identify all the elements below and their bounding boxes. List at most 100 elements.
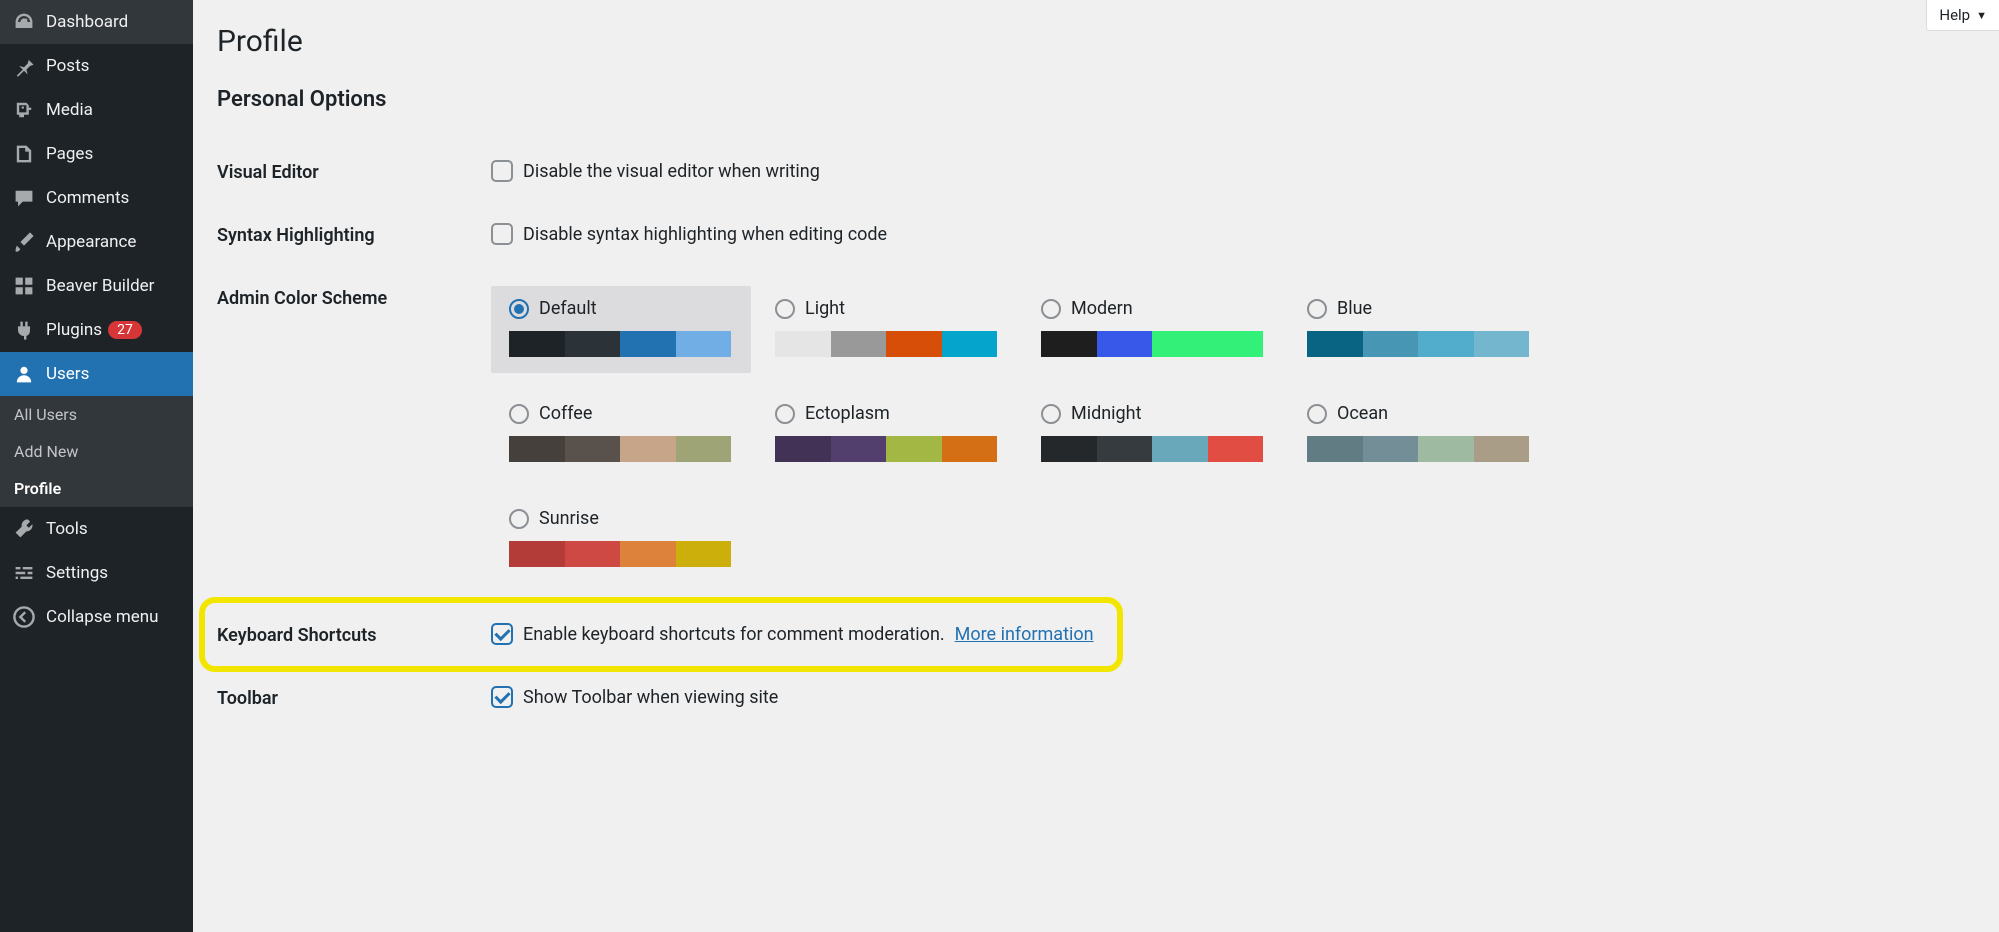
sidebar-item-label: Beaver Builder bbox=[46, 276, 154, 296]
swatch bbox=[1152, 331, 1208, 357]
swatch bbox=[1097, 436, 1153, 462]
row-color-scheme: Admin Color Scheme DefaultLightModernBlu… bbox=[217, 266, 1975, 603]
sidebar-item-settings[interactable]: Settings bbox=[0, 551, 193, 595]
color-swatches bbox=[1041, 331, 1263, 357]
swatch bbox=[775, 436, 831, 462]
swatch bbox=[1152, 436, 1208, 462]
color-scheme-option[interactable]: Blue bbox=[1307, 298, 1531, 319]
color-scheme-name: Ocean bbox=[1337, 403, 1388, 424]
color-scheme-radio[interactable] bbox=[1041, 404, 1061, 424]
visual-editor-check-label: Disable the visual editor when writing bbox=[523, 161, 820, 182]
color-scheme-radio[interactable] bbox=[775, 299, 795, 319]
visual-editor-toggle[interactable]: Disable the visual editor when writing bbox=[491, 160, 1975, 182]
color-scheme-option[interactable]: Sunrise bbox=[509, 508, 733, 529]
sidebar-item-dashboard[interactable]: Dashboard bbox=[0, 0, 193, 44]
swatch bbox=[509, 331, 565, 357]
color-scheme-option[interactable]: Midnight bbox=[1041, 403, 1265, 424]
color-scheme-midnight[interactable]: Midnight bbox=[1023, 391, 1283, 478]
help-tab[interactable]: Help ▼ bbox=[1926, 0, 1999, 31]
sidebar-item-label: Media bbox=[46, 100, 93, 120]
color-scheme-blue[interactable]: Blue bbox=[1289, 286, 1549, 373]
color-scheme-option[interactable]: Light bbox=[775, 298, 999, 319]
color-scheme-name: Light bbox=[805, 298, 845, 319]
toolbar-checkbox[interactable] bbox=[491, 686, 513, 708]
color-scheme-option[interactable]: Modern bbox=[1041, 298, 1265, 319]
help-label: Help bbox=[1939, 6, 1970, 24]
sidebar-item-comments[interactable]: Comments bbox=[0, 176, 193, 220]
sidebar-item-label: Collapse menu bbox=[46, 607, 159, 627]
swatch bbox=[1307, 331, 1363, 357]
sidebar-item-pages[interactable]: Pages bbox=[0, 132, 193, 176]
color-scheme-radio[interactable] bbox=[509, 509, 529, 529]
shortcuts-checkbox[interactable] bbox=[491, 623, 513, 645]
color-scheme-name: Sunrise bbox=[539, 508, 599, 529]
sidebar-item-media[interactable]: Media bbox=[0, 88, 193, 132]
color-scheme-coffee[interactable]: Coffee bbox=[491, 391, 751, 478]
sidebar-item-collapse-menu[interactable]: Collapse menu bbox=[0, 595, 193, 639]
sidebar-item-posts[interactable]: Posts bbox=[0, 44, 193, 88]
swatch bbox=[509, 541, 565, 567]
color-swatches bbox=[509, 436, 731, 462]
shortcuts-toggle[interactable]: Enable keyboard shortcuts for comment mo… bbox=[491, 623, 1105, 645]
color-scheme-radio[interactable] bbox=[509, 299, 529, 319]
color-scheme-option[interactable]: Default bbox=[509, 298, 733, 319]
swatch bbox=[1363, 436, 1419, 462]
color-scheme-name: Coffee bbox=[539, 403, 592, 424]
sidebar-item-users[interactable]: Users bbox=[0, 352, 193, 396]
color-scheme-option[interactable]: Ectoplasm bbox=[775, 403, 999, 424]
sidebar-item-label: Plugins bbox=[46, 320, 102, 340]
swatch bbox=[620, 436, 676, 462]
color-scheme-name: Ectoplasm bbox=[805, 403, 890, 424]
color-swatches bbox=[775, 331, 997, 357]
visual-editor-checkbox[interactable] bbox=[491, 160, 513, 182]
syntax-checkbox[interactable] bbox=[491, 223, 513, 245]
color-scheme-name: Blue bbox=[1337, 298, 1372, 319]
swatch bbox=[1097, 331, 1153, 357]
color-scheme-grid: Default Light Modern Blue Coffee Ectoplasm Mid… bbox=[491, 286, 1975, 583]
submenu-item-profile[interactable]: Profile bbox=[0, 470, 193, 507]
color-scheme-radio[interactable] bbox=[775, 404, 795, 424]
media-icon bbox=[12, 98, 36, 122]
toolbar-toggle[interactable]: Show Toolbar when viewing site bbox=[491, 686, 1975, 708]
dashboard-icon bbox=[12, 10, 36, 34]
color-scheme-radio[interactable] bbox=[1307, 404, 1327, 424]
color-scheme-name: Midnight bbox=[1071, 403, 1141, 424]
color-scheme-name: Default bbox=[539, 298, 597, 319]
section-heading: Personal Options bbox=[217, 87, 1975, 112]
color-scheme-radio[interactable] bbox=[1307, 299, 1327, 319]
color-scheme-radio[interactable] bbox=[1041, 299, 1061, 319]
color-scheme-ocean[interactable]: Ocean bbox=[1289, 391, 1549, 478]
submenu-item-all-users[interactable]: All Users bbox=[0, 396, 193, 433]
shortcuts-more-info-link[interactable]: More information bbox=[955, 624, 1094, 645]
sidebar-item-label: Posts bbox=[46, 56, 89, 76]
swatch bbox=[1041, 331, 1097, 357]
color-scheme-sunrise[interactable]: Sunrise bbox=[491, 496, 751, 583]
color-swatches bbox=[775, 436, 997, 462]
swatch bbox=[676, 541, 732, 567]
color-scheme-radio[interactable] bbox=[509, 404, 529, 424]
comment-icon bbox=[12, 186, 36, 210]
sidebar-item-label: Appearance bbox=[46, 232, 136, 252]
swatch bbox=[1307, 436, 1363, 462]
shortcuts-check-label: Enable keyboard shortcuts for comment mo… bbox=[523, 624, 945, 645]
color-scheme-default[interactable]: Default bbox=[491, 286, 751, 373]
sidebar-item-label: Tools bbox=[46, 519, 88, 539]
sidebar-item-beaver-builder[interactable]: Beaver Builder bbox=[0, 264, 193, 308]
syntax-toggle[interactable]: Disable syntax highlighting when editing… bbox=[491, 223, 1975, 245]
color-scheme-modern[interactable]: Modern bbox=[1023, 286, 1283, 373]
chevron-down-icon: ▼ bbox=[1976, 9, 1987, 22]
label-syntax: Syntax Highlighting bbox=[217, 223, 491, 246]
submenu-item-add-new[interactable]: Add New bbox=[0, 433, 193, 470]
color-scheme-option[interactable]: Ocean bbox=[1307, 403, 1531, 424]
sidebar-item-plugins[interactable]: Plugins27 bbox=[0, 308, 193, 352]
color-scheme-ectoplasm[interactable]: Ectoplasm bbox=[757, 391, 1017, 478]
page-title: Profile bbox=[217, 24, 1975, 59]
swatch bbox=[1474, 331, 1530, 357]
color-scheme-option[interactable]: Coffee bbox=[509, 403, 733, 424]
sidebar-item-label: Users bbox=[46, 364, 89, 384]
swatch bbox=[565, 331, 621, 357]
sidebar-item-tools[interactable]: Tools bbox=[0, 507, 193, 551]
swatch bbox=[1208, 331, 1264, 357]
sidebar-item-appearance[interactable]: Appearance bbox=[0, 220, 193, 264]
color-scheme-light[interactable]: Light bbox=[757, 286, 1017, 373]
